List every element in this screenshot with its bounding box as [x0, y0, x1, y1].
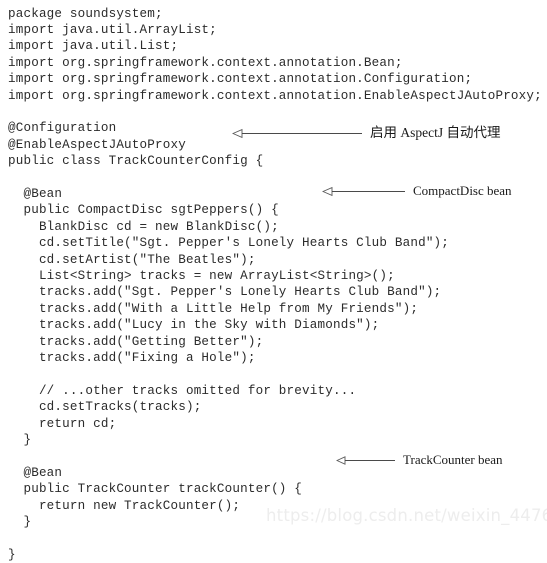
code-line: @Bean	[8, 465, 63, 480]
callout-label: 启用 AspectJ 自动代理	[370, 125, 501, 140]
code-line: BlankDisc cd = new BlankDisc();	[8, 219, 279, 234]
code-line: }	[8, 432, 32, 447]
callout-enable-aspectj-autoproxy: 启用 AspectJ 自动代理	[232, 125, 501, 141]
code-line: import java.util.List;	[8, 39, 179, 54]
code-line: public CompactDisc sgtPeppers() {	[8, 203, 279, 218]
code-line: List<String> tracks = new ArrayList<Stri…	[8, 268, 395, 283]
callout-compactdisc-bean: CompactDisc bean	[322, 183, 512, 199]
code-line: import org.springframework.context.annot…	[8, 55, 403, 70]
callout-arrow-icon	[336, 455, 395, 465]
code-line: import java.util.ArrayList;	[8, 22, 217, 37]
code-line: tracks.add("Getting Better");	[8, 334, 264, 349]
code-line: }	[8, 514, 32, 529]
code-line: public class TrackCounterConfig {	[8, 154, 264, 169]
code-line: public TrackCounter trackCounter() {	[8, 482, 303, 497]
code-listing: package soundsystem; import java.util.Arr…	[0, 0, 547, 562]
code-line: // ...other tracks omitted for brevity..…	[8, 383, 357, 398]
code-line: import org.springframework.context.annot…	[8, 88, 542, 103]
code-line: return new TrackCounter();	[8, 498, 241, 513]
code-line: tracks.add("Lucy in the Sky with Diamond…	[8, 318, 380, 333]
watermark-text: https://blog.csdn.net/weixin_44761910	[266, 506, 547, 525]
code-line: cd.setArtist("The Beatles");	[8, 252, 256, 267]
code-line: tracks.add("Fixing a Hole");	[8, 350, 256, 365]
callout-label: CompactDisc bean	[413, 183, 512, 198]
code-line: @Bean	[8, 186, 63, 201]
code-line: @EnableAspectJAutoProxy	[8, 137, 186, 152]
callout-arrow-icon	[322, 186, 405, 196]
callout-label: TrackCounter bean	[403, 452, 503, 467]
code-line: @Configuration	[8, 121, 117, 136]
code-line: }	[8, 547, 16, 562]
code-line: package soundsystem;	[8, 6, 163, 21]
code-line: return cd;	[8, 416, 117, 431]
code-line: tracks.add("With a Little Help from My F…	[8, 301, 419, 316]
callout-arrow-icon	[232, 128, 362, 138]
code-line: tracks.add("Sgt. Pepper's Lonely Hearts …	[8, 285, 442, 300]
code-line: cd.setTitle("Sgt. Pepper's Lonely Hearts…	[8, 236, 450, 251]
code-line: cd.setTracks(tracks);	[8, 400, 202, 415]
code-line: import org.springframework.context.annot…	[8, 72, 473, 87]
callout-trackcounter-bean: TrackCounter bean	[336, 452, 503, 468]
